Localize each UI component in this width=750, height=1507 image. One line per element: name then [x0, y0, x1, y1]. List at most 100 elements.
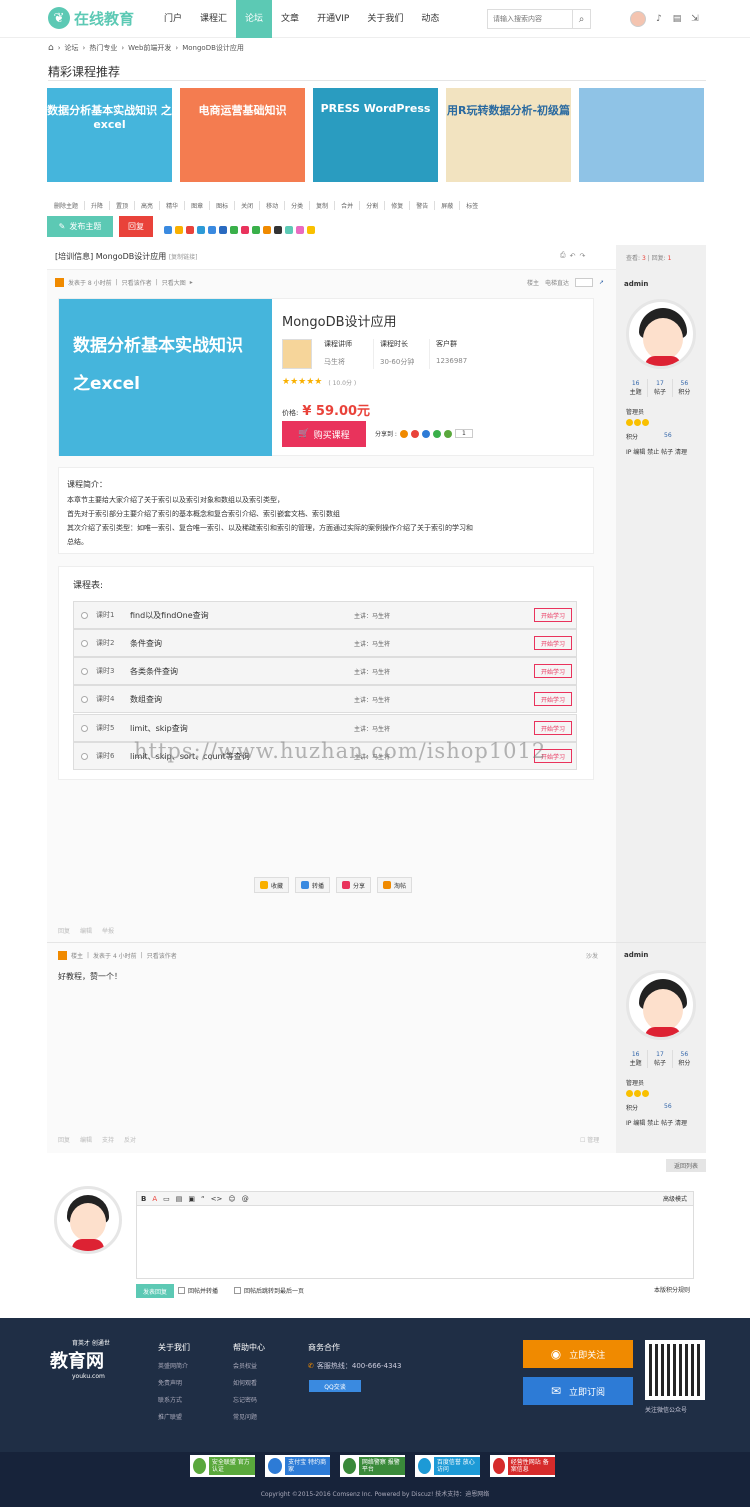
- list-item[interactable]: 课时2 条件查询 主讲：马生将 开始学习: [73, 629, 577, 657]
- mod-repair[interactable]: 修复: [385, 201, 411, 210]
- back-to-list-button[interactable]: 返回列表: [666, 1159, 706, 1172]
- renren-icon[interactable]: [219, 226, 227, 234]
- follow-button[interactable]: ◉ 立即关注: [523, 1340, 633, 1368]
- start-study-button[interactable]: 开始学习: [534, 636, 572, 650]
- credit-rules-link[interactable]: 本版积分规则: [654, 1285, 690, 1294]
- reply-link[interactable]: 回复: [58, 1135, 70, 1144]
- badge-alipay[interactable]: 支付宝 特约商家: [265, 1455, 330, 1477]
- advanced-mode-link[interactable]: 高级模式: [663, 1194, 687, 1203]
- footer-link[interactable]: 会员权益: [233, 1361, 265, 1370]
- logout-icon[interactable]: ⇲: [690, 14, 700, 24]
- quote-button[interactable]: “: [201, 1195, 205, 1203]
- weibo-icon[interactable]: [399, 429, 408, 438]
- message-icon[interactable]: ▤: [672, 14, 682, 24]
- douban-icon[interactable]: [263, 226, 271, 234]
- author-name[interactable]: admin: [624, 280, 648, 288]
- avatar[interactable]: [630, 11, 646, 27]
- author-name[interactable]: admin: [624, 951, 648, 959]
- footer-link[interactable]: 英盛网简介: [158, 1361, 190, 1370]
- heart-icon[interactable]: [241, 226, 249, 234]
- badge-baidu[interactable]: 百度信誉 放心访问: [415, 1455, 480, 1477]
- jump-last-checkbox[interactable]: 回帖后跳转到最后一页: [234, 1286, 304, 1295]
- footer-link[interactable]: 常见问题: [233, 1412, 265, 1421]
- badge-security[interactable]: 安全联盟 官方认证: [190, 1455, 255, 1477]
- mod-digest[interactable]: 精华: [160, 201, 186, 210]
- mod-stamp[interactable]: 图章: [185, 201, 211, 210]
- nav-item-vip[interactable]: 开通VIP: [308, 0, 358, 38]
- subscribe-button[interactable]: ✉ 立即订阅: [523, 1377, 633, 1405]
- mod-tag[interactable]: 标签: [460, 201, 484, 210]
- add-share-icon[interactable]: [164, 226, 172, 234]
- nav-item-courses[interactable]: 课程汇: [191, 0, 236, 38]
- list-item[interactable]: 课时5 limit、skip查询 主讲：马生将 开始学习: [73, 714, 577, 742]
- mod-bump[interactable]: 升降: [85, 201, 111, 210]
- mod-copy[interactable]: 复制: [310, 201, 336, 210]
- breadcrumb-category[interactable]: 热门专业: [89, 43, 117, 53]
- banner-excel[interactable]: 数据分析基本实战知识 之excel: [47, 88, 172, 182]
- badge-police[interactable]: 网络警察 报警平台: [340, 1455, 405, 1477]
- manage-checkbox[interactable]: ☐ 管理: [580, 1135, 599, 1144]
- tencent-weibo-icon[interactable]: [410, 429, 419, 438]
- font-color-button[interactable]: A: [152, 1195, 157, 1203]
- list-item[interactable]: 课时1 find以及findOne查询 主讲：马生将 开始学习: [73, 601, 577, 629]
- link-button[interactable]: ▣: [188, 1195, 195, 1203]
- author-ops[interactable]: IP 编辑 禁止 帖子 清理: [626, 1118, 687, 1127]
- qq-chat-button[interactable]: QQ交谈: [309, 1380, 361, 1392]
- mod-type[interactable]: 分类: [285, 201, 311, 210]
- start-study-button[interactable]: 开始学习: [534, 608, 572, 622]
- mod-move[interactable]: 移动: [260, 201, 286, 210]
- mention-button[interactable]: @: [242, 1195, 249, 1203]
- bold-button[interactable]: B: [141, 1195, 146, 1203]
- only-author-link[interactable]: 只看该作者: [147, 951, 177, 960]
- mod-delete[interactable]: 删除主题: [48, 201, 86, 210]
- mod-stick[interactable]: 置顶: [110, 201, 136, 210]
- mod-highlight[interactable]: 高亮: [135, 201, 161, 210]
- collect-button[interactable]: 淘帖: [377, 877, 413, 893]
- banner-wordpress[interactable]: PRESS WordPress: [313, 88, 438, 182]
- next-icon[interactable]: ↷: [579, 252, 585, 260]
- footer-link[interactable]: 推广联盟: [158, 1412, 190, 1421]
- weibo-icon[interactable]: [186, 226, 194, 234]
- mod-close[interactable]: 关闭: [235, 201, 261, 210]
- breadcrumb-forum[interactable]: 论坛: [65, 43, 79, 53]
- submit-reply-button[interactable]: 发表回复: [136, 1284, 174, 1298]
- reply-link[interactable]: 回复: [58, 926, 70, 935]
- search-icon[interactable]: ⌕: [572, 10, 590, 28]
- star-icon[interactable]: [175, 226, 183, 234]
- banner-ecommerce[interactable]: 电商运营基础知识: [180, 88, 305, 182]
- only-images-link[interactable]: 只看大图: [162, 278, 186, 287]
- bell-icon[interactable]: ♪: [654, 14, 664, 24]
- list-item[interactable]: 课时4 数组查询 主讲：马生将 开始学习: [73, 685, 577, 713]
- footer-link[interactable]: 联系方式: [158, 1395, 190, 1404]
- report-link[interactable]: 举报: [102, 926, 114, 935]
- avatar[interactable]: [626, 299, 696, 369]
- avatar[interactable]: [626, 970, 696, 1040]
- list-item[interactable]: 课时3 各类条件查询 主讲：马生将 开始学习: [73, 657, 577, 685]
- prev-icon[interactable]: ↶: [570, 252, 576, 260]
- add-icon[interactable]: [443, 429, 452, 438]
- banner-r[interactable]: 用R玩转数据分析-初级篇: [446, 88, 571, 182]
- oppose-link[interactable]: 反对: [124, 1135, 136, 1144]
- qzone-icon[interactable]: [197, 226, 205, 234]
- footer-link[interactable]: 忘记密码: [233, 1395, 265, 1404]
- site-logo[interactable]: ❦ 在线教育: [48, 7, 134, 29]
- tencent-icon[interactable]: [208, 226, 216, 234]
- support-link[interactable]: 支持: [102, 1135, 114, 1144]
- nav-item-about[interactable]: 关于我们: [358, 0, 412, 38]
- search-input[interactable]: [488, 10, 572, 28]
- gold-icon[interactable]: [307, 226, 315, 234]
- attach-button[interactable]: ▤: [176, 1195, 183, 1203]
- nav-item-forum[interactable]: 论坛: [236, 0, 273, 38]
- banner-laptop[interactable]: [579, 88, 704, 182]
- mod-ban[interactable]: 屏蔽: [435, 201, 461, 210]
- post-thread-button[interactable]: ✎ 发布主题: [47, 216, 113, 237]
- start-study-button[interactable]: 开始学习: [534, 664, 572, 678]
- author-ops[interactable]: IP 编辑 禁止 帖子 清理: [626, 447, 687, 456]
- clover-icon[interactable]: [252, 226, 260, 234]
- nav-item-portal[interactable]: 门户: [155, 0, 191, 38]
- kaixin-icon[interactable]: [285, 226, 293, 234]
- forward-checkbox[interactable]: 回帖并转播: [178, 1286, 218, 1295]
- edit-link[interactable]: 编辑: [80, 1135, 92, 1144]
- forward-button[interactable]: 转播: [295, 877, 331, 893]
- badge-icp[interactable]: 经营性网站 备案信息: [490, 1455, 555, 1477]
